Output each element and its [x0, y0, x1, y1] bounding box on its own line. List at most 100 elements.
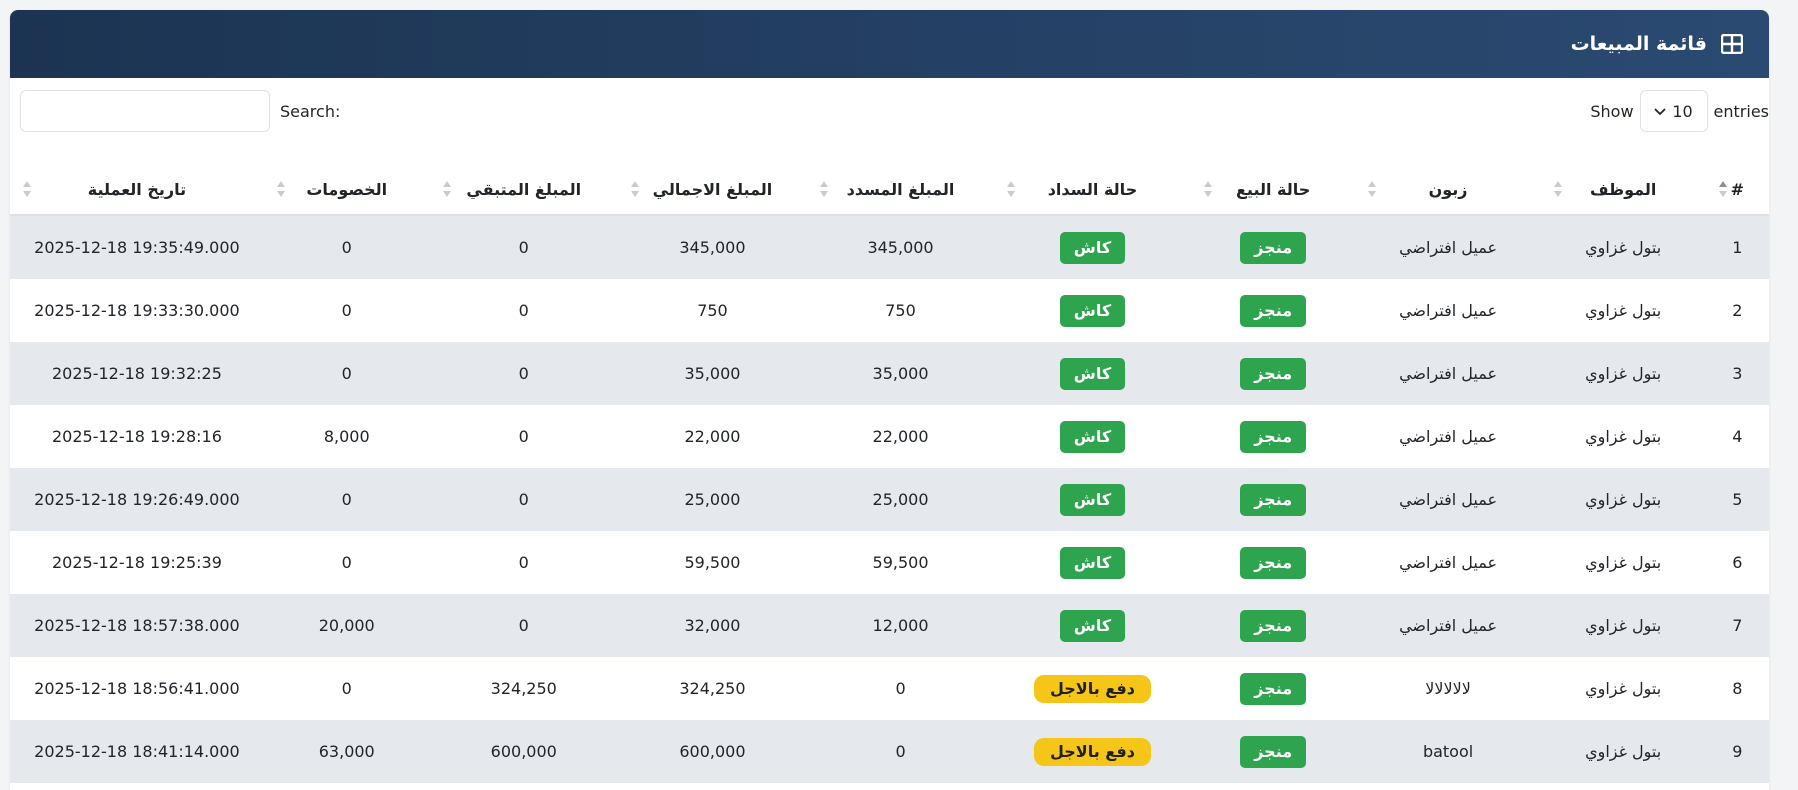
table-row[interactable]: 6 بتول غزاوي عميل افتراضي منجز كاش 59,500 59,5…: [10, 531, 1769, 594]
sale-status-badge: منجز: [1240, 357, 1307, 390]
cell-paid-amount: 0: [807, 657, 995, 720]
search-input[interactable]: [20, 90, 270, 132]
sort-icon: [820, 181, 829, 197]
column-header-label: الموظف: [1589, 179, 1657, 199]
cell-discounts: 20,000: [263, 594, 430, 657]
employee-text: بتول غزاوي: [1585, 742, 1662, 761]
table-row[interactable]: 3 بتول غزاوي عميل افتراضي منجز كاش 35,000 35,0…: [10, 342, 1769, 405]
customer-text: لالالالالا: [1425, 679, 1471, 698]
search-control: Search:: [20, 90, 340, 132]
sort-icon: [442, 181, 451, 197]
column-header-sale-status[interactable]: حالة البيع: [1190, 164, 1356, 216]
column-header-payment-status[interactable]: حالة السداد: [994, 164, 1191, 216]
number-text: 6: [1732, 553, 1743, 572]
discounts-text: 0: [341, 238, 352, 257]
date-text: 2025-12-18 19:26:49.000: [34, 490, 240, 509]
customer-text: عميل افتراضي: [1399, 616, 1498, 635]
cell-operation-date: 2025-12-18 18:56:41.000: [10, 657, 264, 720]
table-row[interactable]: 9 بتول غزاوي batool منجز دفع بالاجل 0 600,000 6…: [10, 720, 1769, 783]
table-row[interactable]: 8 بتول غزاوي لالالالالا منجز دفع بالاجل 0 324,…: [10, 657, 1769, 720]
cell-number: 2: [1705, 279, 1769, 342]
cell-total-amount: 32,000: [617, 594, 808, 657]
cell-customer: عميل افتراضي: [1355, 405, 1541, 468]
table-header-row: # الموظف زبون حالة البيع حالة السداد المبلغ ا…: [10, 164, 1769, 216]
cell-employee: بتول غزاوي: [1540, 531, 1706, 594]
column-header-label: الخصومات: [306, 179, 388, 199]
total-amount-text: 32,000: [684, 616, 741, 635]
column-header-operation-date[interactable]: تاريخ العملية: [10, 164, 264, 216]
cell-total-amount: 345,000: [617, 215, 808, 279]
cell-discounts: 0: [263, 657, 430, 720]
sales-card: قائمة المبيعات Search: Show 10 entries #…: [10, 10, 1769, 790]
cell-payment-status: كاش: [994, 279, 1191, 342]
paid-amount-text: 0: [895, 679, 906, 698]
table-row[interactable]: 5 بتول غزاوي عميل افتراضي منجز كاش 25,000 25,0…: [10, 468, 1769, 531]
entries-select[interactable]: 10: [1639, 90, 1708, 132]
cell-paid-amount: 22,000: [807, 405, 995, 468]
cell-customer: لالالالالا: [1355, 657, 1541, 720]
number-text: 1: [1732, 238, 1743, 257]
table-row[interactable]: 1 بتول غزاوي عميل افتراضي منجز كاش 345,000 345…: [10, 215, 1769, 279]
employee-text: بتول غزاوي: [1585, 490, 1662, 509]
payment-status-badge: دفع بالاجل: [1033, 674, 1151, 703]
cell-total-amount: 22,000: [617, 405, 808, 468]
sale-status-badge: منجز: [1240, 672, 1307, 705]
discounts-text: 8,000: [323, 427, 370, 446]
cell-sale-status: منجز: [1190, 405, 1356, 468]
cell-total-amount: 324,250: [617, 657, 808, 720]
cell-employee: بتول غزاوي: [1540, 342, 1706, 405]
date-text: 2025-12-18 18:41:14.000: [34, 742, 240, 761]
column-header-label: زبون: [1428, 179, 1468, 199]
date-text: 2025-12-18 19:35:49.000: [34, 238, 240, 257]
number-text: 7: [1732, 616, 1743, 635]
payment-status-badge: كاش: [1059, 357, 1126, 390]
card-header: قائمة المبيعات: [10, 10, 1769, 78]
sale-status-badge: منجز: [1240, 483, 1307, 516]
cell-number: 4: [1705, 405, 1769, 468]
cell-paid-amount: 12,000: [807, 594, 995, 657]
table-row[interactable]: 2 بتول غزاوي عميل افتراضي منجز كاش 750 750 0 0 20…: [10, 279, 1769, 342]
cell-paid-amount: 0: [807, 720, 995, 783]
table-body: 1 بتول غزاوي عميل افتراضي منجز كاش 345,000 345…: [10, 215, 1769, 783]
column-header-total-amount[interactable]: المبلغ الاجمالي: [617, 164, 808, 216]
cell-payment-status: دفع بالاجل: [994, 720, 1191, 783]
payment-status-badge: كاش: [1059, 483, 1126, 516]
sort-icon: [630, 181, 639, 197]
cell-total-amount: 59,500: [617, 531, 808, 594]
table-row[interactable]: 4 بتول غزاوي عميل افتراضي منجز كاش 22,000 22,0…: [10, 405, 1769, 468]
payment-status-badge: كاش: [1059, 420, 1126, 453]
column-header-employee[interactable]: الموظف: [1540, 164, 1706, 216]
cell-paid-amount: 35,000: [807, 342, 995, 405]
cell-customer: عميل افتراضي: [1355, 594, 1541, 657]
employee-text: بتول غزاوي: [1585, 301, 1662, 320]
employee-text: بتول غزاوي: [1585, 427, 1662, 446]
remaining-amount-text: 0: [518, 490, 529, 509]
column-header-customer[interactable]: زبون: [1355, 164, 1541, 216]
cell-number: 5: [1705, 468, 1769, 531]
cell-number: 3: [1705, 342, 1769, 405]
employee-text: بتول غزاوي: [1585, 679, 1662, 698]
column-header-remaining-amount[interactable]: المبلغ المتبقي: [429, 164, 618, 216]
cell-remaining-amount: 0: [429, 531, 618, 594]
table-row[interactable]: 7 بتول غزاوي عميل افتراضي منجز كاش 12,000 32,0…: [10, 594, 1769, 657]
sort-icon: [1203, 181, 1212, 197]
cell-discounts: 0: [263, 468, 430, 531]
sale-status-badge: منجز: [1240, 735, 1307, 768]
cell-payment-status: دفع بالاجل: [994, 657, 1191, 720]
sort-icon: [1007, 181, 1016, 197]
column-header-paid-amount[interactable]: المبلغ المسدد: [807, 164, 995, 216]
cell-remaining-amount: 0: [429, 279, 618, 342]
remaining-amount-text: 0: [518, 553, 529, 572]
total-amount-text: 600,000: [679, 742, 746, 761]
table-icon: [1721, 34, 1743, 54]
discounts-text: 0: [341, 364, 352, 383]
column-header-number[interactable]: #: [1705, 164, 1769, 216]
cell-total-amount: 25,000: [617, 468, 808, 531]
column-header-discounts[interactable]: الخصومات: [263, 164, 430, 216]
date-text: 2025-12-18 19:25:39: [51, 553, 222, 572]
cell-sale-status: منجز: [1190, 594, 1356, 657]
cell-number: 8: [1705, 657, 1769, 720]
cell-operation-date: 2025-12-18 19:26:49.000: [10, 468, 264, 531]
cell-remaining-amount: 0: [429, 405, 618, 468]
column-header-label: المبلغ المسدد: [846, 179, 955, 199]
